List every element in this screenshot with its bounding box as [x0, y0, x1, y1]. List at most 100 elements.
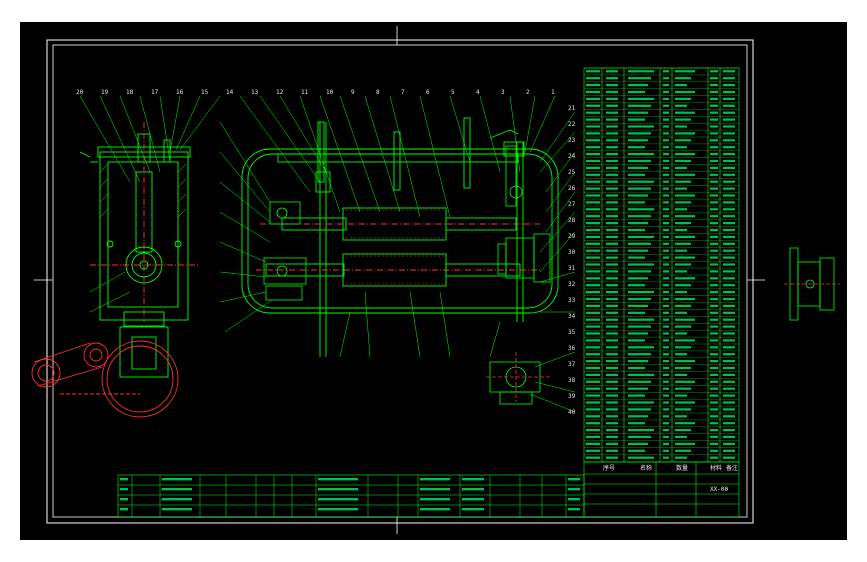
- bom-cell-text: [723, 311, 735, 314]
- bom-cell-text: [710, 146, 718, 149]
- bom-cell-text: [586, 408, 600, 411]
- bom-cell-text: [628, 291, 654, 294]
- bom-cell-text: [586, 366, 600, 370]
- revision-cell-text: [462, 478, 484, 481]
- bom-cell-text: [675, 84, 687, 87]
- bom-cell-text: [710, 70, 718, 73]
- bom-cell-text: [663, 166, 669, 169]
- cad-viewport[interactable]: 20 19 18 17 16 15 14 13 12 11 10 9 8 7 6 5 4 3 2 1 21 22 23 24…: [20, 22, 847, 540]
- bom-cell-text: [628, 146, 645, 149]
- bom-header-note: 备注: [726, 465, 739, 472]
- bom-cell-text: [606, 325, 618, 328]
- revision-cell-text: [462, 498, 484, 501]
- bom-cell-text: [628, 442, 648, 445]
- bom-cell-text: [710, 373, 718, 376]
- revision-cell-text: [162, 478, 192, 481]
- bom-cell-text: [606, 270, 618, 273]
- bom-cell-text: [606, 242, 618, 245]
- bom-cell-text: [606, 194, 618, 197]
- bom-cell-text: [710, 456, 718, 459]
- bom-cell-text: [710, 201, 718, 204]
- callout-number: 4: [476, 89, 480, 96]
- bom-cell-text: [675, 77, 691, 80]
- bom-cell-text: [723, 415, 735, 418]
- bom-cell-text: [723, 442, 735, 445]
- bom-cell-text: [723, 373, 735, 376]
- bom-cell-text: [710, 435, 718, 439]
- bom-cell-text: [663, 146, 669, 149]
- bom-cell-text: [663, 173, 669, 176]
- bom-cell-text: [586, 360, 600, 363]
- bom-cell-text: [710, 166, 718, 169]
- bom-cell-text: [675, 408, 691, 411]
- bom-cell-text: [723, 339, 735, 342]
- bom-cell-text: [675, 373, 687, 376]
- bom-cell-text: [675, 132, 695, 135]
- bom-header-qty: 数量: [676, 465, 689, 472]
- bom-cell-text: [675, 415, 687, 418]
- bom-cell-text: [723, 291, 735, 294]
- bom-cell-text: [675, 291, 687, 294]
- bom-cell-text: [723, 449, 735, 452]
- bom-cell-text: [663, 77, 669, 80]
- bom-cell-text: [628, 77, 651, 80]
- bom-cell-text: [606, 153, 618, 156]
- bom-cell-text: [675, 242, 691, 245]
- bom-cell-text: [606, 201, 618, 204]
- bom-cell-text: [710, 311, 718, 314]
- bom-cell-text: [723, 159, 735, 163]
- bom-cell-text: [675, 360, 695, 363]
- bom-cell-text: [606, 422, 618, 425]
- bom-cell-text: [710, 415, 718, 418]
- bom-cell-text: [606, 429, 618, 432]
- callout-number: 23: [568, 137, 576, 144]
- bom-cell-text: [675, 215, 695, 218]
- bom-cell-text: [663, 228, 669, 232]
- bom-cell-text: [675, 435, 687, 439]
- assembly-drawing: [31, 26, 840, 534]
- bom-cell-text: [663, 222, 669, 225]
- bom-cell-text: [586, 249, 600, 252]
- bom-cell-text: [586, 394, 600, 397]
- bom-cell-text: [710, 346, 718, 349]
- callout-number: 31: [568, 265, 576, 272]
- bom-cell-text: [710, 173, 718, 176]
- bom-cell-text: [628, 249, 648, 252]
- bom-cell-text: [586, 415, 600, 418]
- bom-cell-text: [723, 70, 735, 73]
- bom-cell-text: [710, 429, 718, 432]
- bom-cell-text: [710, 77, 718, 80]
- bom-cell-text: [606, 77, 618, 80]
- bom-cell-text: [628, 173, 645, 176]
- bom-cell-text: [663, 242, 669, 245]
- bom-cell-text: [586, 429, 600, 432]
- bom-cell-text: [586, 208, 600, 211]
- bom-cell-text: [628, 277, 648, 280]
- bom-cell-text: [663, 139, 669, 142]
- bom-cell-text: [628, 194, 648, 197]
- bom-cell-text: [710, 422, 718, 425]
- callout-number: 35: [568, 329, 576, 336]
- bom-cell-text: [675, 173, 695, 176]
- bom-cell-text: [586, 346, 600, 349]
- bom-cell-text: [663, 373, 669, 376]
- bom-cell-text: [710, 401, 718, 404]
- bom-cell-text: [606, 180, 618, 183]
- bottom-gear-detail: [486, 352, 550, 405]
- bom-cell-text: [710, 118, 718, 121]
- bom-cell-text: [628, 304, 648, 307]
- bom-cell-text: [675, 263, 691, 266]
- bom-cell-text: [663, 435, 669, 439]
- bom-cell-text: [663, 201, 669, 204]
- left-gear-stack: [263, 201, 307, 301]
- bom-cell-text: [710, 442, 718, 445]
- bom-cell-text: [675, 270, 687, 273]
- bom-cell-text: [586, 311, 600, 314]
- bom-cell-text: [586, 228, 600, 232]
- bom-cell-text: [628, 201, 645, 204]
- bom-cell-text: [675, 194, 695, 197]
- bom-cell-text: [606, 380, 618, 383]
- right-drive: [489, 129, 551, 283]
- bom-cell-text: [586, 173, 600, 176]
- revision-cell-text: [162, 498, 192, 501]
